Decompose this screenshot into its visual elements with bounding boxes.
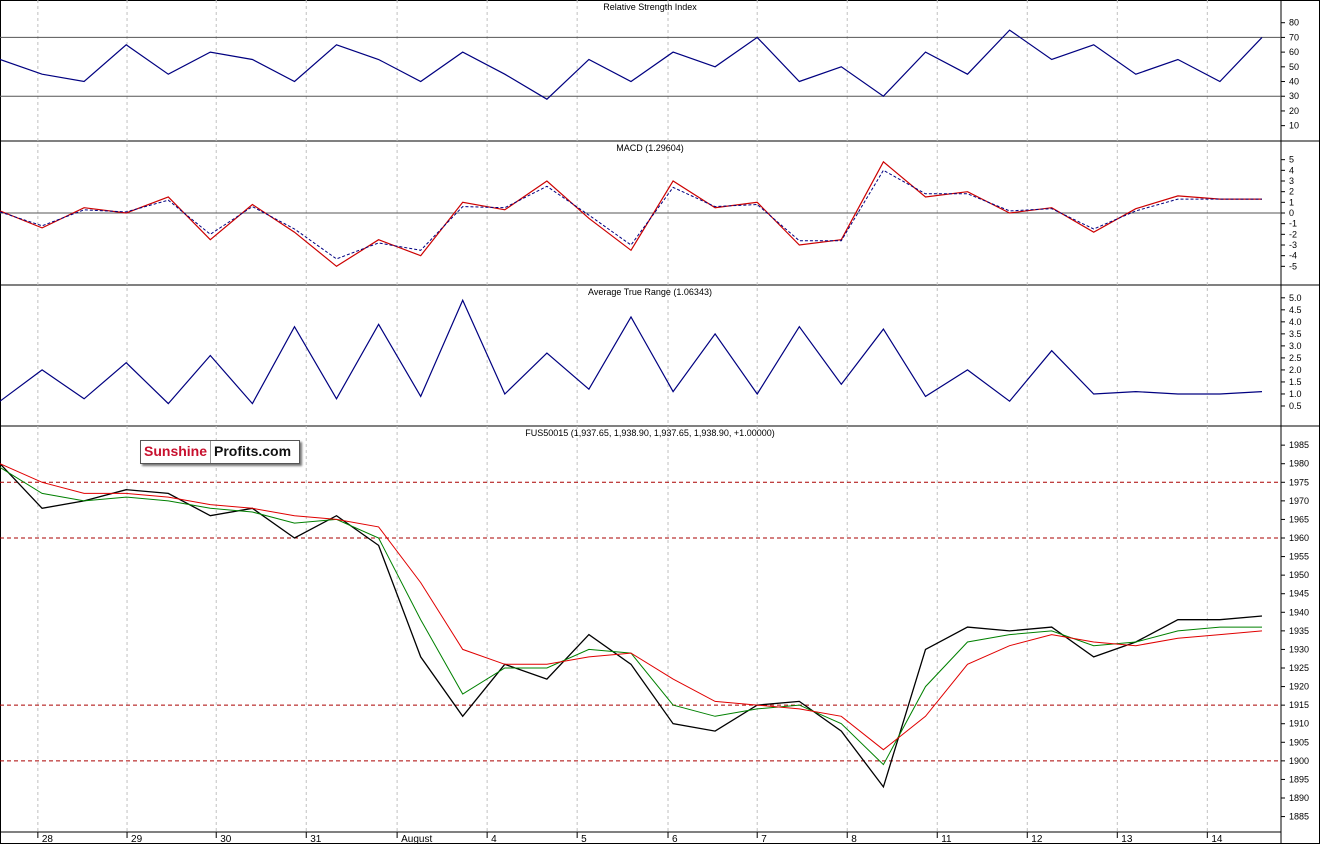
x-tick-label: 30 xyxy=(220,834,232,844)
y-tick-label: 30 xyxy=(1289,91,1299,101)
y-tick-label: 1975 xyxy=(1289,477,1309,487)
series-line-atr-0 xyxy=(0,298,1263,405)
y-tick-label: 3.0 xyxy=(1289,341,1302,351)
series-line-rsi-0 xyxy=(0,29,1263,100)
y-tick-label: -2 xyxy=(1289,229,1297,239)
x-tick-label: 8 xyxy=(851,834,857,844)
y-tick-label: 1885 xyxy=(1289,812,1309,822)
y-tick-label: 0.5 xyxy=(1289,401,1302,411)
panel-title: FUS50015 (1,937.65, 1,938.90, 1,937.65, … xyxy=(525,428,774,438)
y-tick-label: 1920 xyxy=(1289,682,1309,692)
y-tick-label: 5.0 xyxy=(1289,293,1302,303)
y-tick-label: 1905 xyxy=(1289,737,1309,747)
y-tick-label: 0 xyxy=(1289,208,1294,218)
outer-frame xyxy=(0,0,1320,844)
x-tick-label: 12 xyxy=(1031,834,1043,844)
y-tick-label: 1900 xyxy=(1289,756,1309,766)
series-line-price-1 xyxy=(0,466,1262,766)
y-tick-label: -5 xyxy=(1289,261,1297,271)
y-tick-label: 1935 xyxy=(1289,626,1309,636)
y-tick-label: 1895 xyxy=(1289,774,1309,784)
y-tick-label: -3 xyxy=(1289,240,1297,250)
x-tick-label: 11 xyxy=(941,834,952,844)
panel-title: Average True Range (1.06343) xyxy=(588,287,712,297)
chart-canvas: 28 29 30 31 August 4 5 6 7 8 11 12 13 14Relative Stre… xyxy=(0,0,1320,845)
y-tick-label: -1 xyxy=(1289,219,1297,229)
y-tick-label: 1965 xyxy=(1289,514,1309,524)
y-tick-label: 5 xyxy=(1289,155,1294,165)
series-line-price-2 xyxy=(0,463,1263,751)
logo-part-profits: Profits.com xyxy=(210,441,299,463)
y-tick-label: 80 xyxy=(1289,18,1299,28)
panel-title: Relative Strength Index xyxy=(603,2,697,12)
x-tick-label: 7 xyxy=(761,834,767,844)
chart-root: 28 29 30 31 August 4 5 6 7 8 11 12 13 14 Relative Stre… xyxy=(0,0,1320,845)
y-tick-label: 1.5 xyxy=(1289,377,1302,387)
y-tick-label: 1960 xyxy=(1289,533,1309,543)
y-tick-label: 1 xyxy=(1289,197,1294,207)
y-tick-label: 1930 xyxy=(1289,644,1309,654)
x-tick-label: 29 xyxy=(131,834,143,844)
y-tick-label: 1910 xyxy=(1289,719,1309,729)
series-line-price-0 xyxy=(0,463,1263,789)
y-tick-label: 1950 xyxy=(1289,570,1309,580)
logo-part-sunshine: Sunshine xyxy=(144,443,208,459)
y-tick-label: 3 xyxy=(1289,176,1294,186)
x-tick-label: 5 xyxy=(581,834,587,844)
x-tick-label: 6 xyxy=(672,834,678,844)
y-tick-label: 1.0 xyxy=(1289,389,1302,399)
y-tick-label: 1980 xyxy=(1289,459,1309,469)
series-line-macd-1 xyxy=(0,169,1262,260)
y-tick-label: 4 xyxy=(1289,165,1294,175)
y-tick-label: 2.0 xyxy=(1289,365,1302,375)
y-tick-label: 4.0 xyxy=(1289,317,1302,327)
y-tick-label: 20 xyxy=(1289,106,1299,116)
x-tick-label: 31 xyxy=(310,834,322,844)
y-tick-label: 1985 xyxy=(1289,440,1309,450)
y-tick-label: 1955 xyxy=(1289,552,1309,562)
x-tick-label: August xyxy=(401,834,432,844)
y-tick-label: 70 xyxy=(1289,32,1299,42)
y-tick-label: 1970 xyxy=(1289,496,1309,506)
x-tick-label: 14 xyxy=(1211,834,1223,844)
y-tick-label: 40 xyxy=(1289,77,1299,87)
y-tick-label: 10 xyxy=(1289,121,1299,131)
y-tick-label: 60 xyxy=(1289,47,1299,57)
y-tick-label: 1890 xyxy=(1289,793,1309,803)
y-tick-label: 1915 xyxy=(1289,700,1309,710)
y-tick-label: 50 xyxy=(1289,62,1299,72)
series-line-macd-0 xyxy=(0,160,1262,268)
panel-title: MACD (1.29604) xyxy=(616,143,684,153)
y-tick-label: 4.5 xyxy=(1289,305,1302,315)
x-tick-label: 4 xyxy=(491,834,497,844)
y-tick-label: 1940 xyxy=(1289,607,1309,617)
y-tick-label: 2.5 xyxy=(1289,353,1302,363)
x-tick-label: 13 xyxy=(1121,834,1133,844)
x-tick-label: 28 xyxy=(42,834,54,844)
sunshine-profits-logo: Sunshine Profits.com xyxy=(140,440,301,464)
y-tick-label: 2 xyxy=(1289,187,1294,197)
y-tick-label: -4 xyxy=(1289,251,1297,261)
y-tick-label: 1945 xyxy=(1289,589,1309,599)
y-tick-label: 3.5 xyxy=(1289,329,1302,339)
y-tick-label: 1925 xyxy=(1289,663,1309,673)
